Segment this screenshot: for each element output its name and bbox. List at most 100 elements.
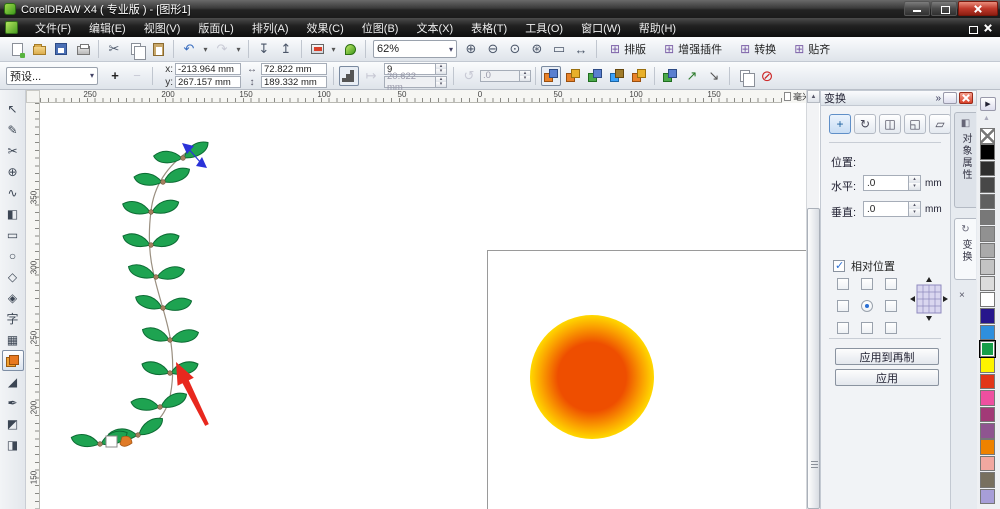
text-tool[interactable]: 字 [2, 308, 24, 329]
blend-spacing-field[interactable]: 20.622 mm [384, 71, 436, 93]
cut-button[interactable]: ✂ [104, 39, 124, 59]
color-swatch[interactable] [980, 406, 995, 423]
smart-fill-tool[interactable]: ◧ [2, 203, 24, 224]
zoom-to-page-button[interactable]: ▭ [549, 39, 569, 59]
color-swatch[interactable] [980, 160, 995, 177]
docker-close-button[interactable] [959, 92, 973, 104]
transform-skew-button[interactable]: ▱ [929, 114, 951, 134]
undo-button[interactable]: ↶ [179, 39, 199, 59]
anchor-bottom-left[interactable] [837, 322, 849, 334]
relative-position-checkbox[interactable] [833, 259, 845, 272]
polygon-tool[interactable]: ◇ [2, 266, 24, 287]
anchor-top-center[interactable] [861, 278, 873, 290]
fill-tool[interactable]: ◩ [2, 413, 24, 434]
anchor-bottom-right[interactable] [885, 322, 897, 334]
color-swatch[interactable] [980, 390, 995, 406]
menu-file[interactable]: 文件(F) [26, 18, 80, 38]
menu-tools[interactable]: 工具(O) [516, 18, 572, 38]
vertical-input[interactable]: .0 [863, 201, 909, 217]
save-button[interactable] [51, 39, 71, 59]
outline-pen-tool[interactable]: ✒ [2, 392, 24, 413]
vertical-spinner[interactable]: ▴ ▾ [909, 201, 921, 217]
color-swatch[interactable] [980, 439, 995, 455]
menu-table[interactable]: 表格(T) [462, 18, 516, 38]
shape-tool[interactable]: ✎ [2, 119, 24, 140]
color-swatch[interactable] [980, 455, 995, 472]
steps-spinner[interactable]: ▴ ▾ [436, 63, 447, 75]
color-swatch[interactable] [980, 128, 995, 144]
zoom-to-width-button[interactable]: ↔ [571, 39, 591, 59]
enhanced-plugins-button[interactable]: ⊞ 增强插件 [657, 39, 729, 59]
apply-button[interactable]: 应用 [835, 369, 939, 386]
y-position-field[interactable]: 267.157 mm [175, 76, 241, 88]
tab-transform[interactable]: ↻ 变换 [954, 218, 976, 280]
horizontal-ruler[interactable]: 250 200 150 100 50 0 50 100 150 [40, 90, 806, 103]
ellipse-tool[interactable]: ○ [2, 245, 24, 266]
color-swatch[interactable] [979, 340, 996, 358]
zoom-to-selected-button[interactable]: ⊙ [505, 39, 525, 59]
export-button[interactable]: ↥ [276, 39, 296, 59]
clear-blend-button[interactable]: ⊘ [757, 66, 777, 86]
sun-circle-object[interactable] [530, 315, 654, 439]
palette-scroll-up[interactable]: ▲ [983, 115, 990, 122]
table-tool[interactable]: ▦ [2, 329, 24, 350]
transform-size-button[interactable]: ◱ [904, 114, 926, 134]
anchor-top-right[interactable] [885, 278, 897, 290]
zoom-tool[interactable]: ⊕ [2, 161, 24, 182]
color-swatch[interactable] [980, 357, 995, 373]
color-swatch[interactable] [980, 291, 995, 308]
menu-window[interactable]: 窗口(W) [572, 18, 630, 38]
color-swatch[interactable] [980, 324, 995, 341]
redo-button[interactable]: ↷ [212, 39, 232, 59]
start-object[interactable] [119, 435, 133, 447]
redo-dropdown[interactable]: ▾ [234, 39, 243, 59]
size-acceleration-button[interactable] [629, 66, 649, 86]
tab-object-properties[interactable]: ◧ 对象属性 [954, 112, 976, 208]
color-swatch[interactable] [980, 209, 995, 226]
anchor-middle-left[interactable] [837, 300, 849, 312]
transform-scale-mirror-button[interactable]: ◫ [879, 114, 901, 134]
vertical-ruler[interactable]: 350 300 250 200 150 [26, 103, 40, 509]
object-width-field[interactable]: 72.822 mm [261, 63, 327, 75]
eyedropper-tool[interactable]: ◢ [2, 371, 24, 392]
menu-edit[interactable]: 编辑(E) [80, 18, 135, 38]
mdi-restore-button[interactable] [960, 22, 978, 34]
close-button[interactable] [958, 1, 998, 16]
direct-blend-button[interactable] [541, 65, 561, 86]
menu-help[interactable]: 帮助(H) [630, 18, 685, 38]
transform-position-button[interactable]: + [829, 114, 851, 134]
color-swatch[interactable] [980, 472, 995, 488]
import-button[interactable]: ↧ [254, 39, 274, 59]
scrollbar-thumb[interactable] [807, 208, 820, 509]
horizontal-spinner[interactable]: ▴ ▾ [909, 175, 921, 191]
color-swatch[interactable] [980, 144, 995, 160]
path-properties-button[interactable]: ↘ [704, 66, 724, 86]
new-button[interactable] [7, 39, 27, 59]
docker-collapse-button[interactable] [943, 92, 957, 104]
mdi-close-button[interactable] [981, 22, 994, 33]
transform-rotate-button[interactable]: ↻ [854, 114, 876, 134]
zoom-out-button[interactable]: ⊖ [483, 39, 503, 59]
crop-tool[interactable]: ✂ [2, 140, 24, 161]
horizontal-input[interactable]: .0 [863, 175, 909, 191]
layout-toolbar-button[interactable]: ⊞ 排版 [603, 39, 653, 59]
scroll-up-button[interactable]: ▲ [807, 90, 820, 103]
zoom-in-button[interactable]: ⊕ [461, 39, 481, 59]
zoom-level-combo[interactable]: 62% ▾ [373, 40, 457, 58]
snap-button[interactable]: ⊞ 贴齐 [787, 39, 837, 59]
preset-combo[interactable]: 预设... ▾ [6, 66, 98, 85]
color-swatch[interactable] [980, 177, 995, 193]
color-swatch[interactable] [980, 275, 995, 292]
angle-spinner[interactable]: ▴ ▾ [520, 69, 531, 82]
copy-button[interactable] [126, 39, 146, 60]
rectangle-tool[interactable]: ▭ [2, 224, 24, 245]
restore-button[interactable] [931, 1, 957, 16]
blend-steps-toggle-button[interactable] [339, 65, 359, 86]
basic-shapes-tool[interactable]: ◈ [2, 287, 24, 308]
open-button[interactable] [29, 39, 49, 59]
counterclockwise-blend-button[interactable] [585, 66, 605, 86]
copy-blend-properties-button[interactable] [735, 66, 755, 87]
vertical-scrollbar[interactable]: ▲ [806, 90, 820, 509]
zoom-to-all-button[interactable]: ⊛ [527, 39, 547, 59]
clockwise-blend-button[interactable] [563, 66, 583, 86]
